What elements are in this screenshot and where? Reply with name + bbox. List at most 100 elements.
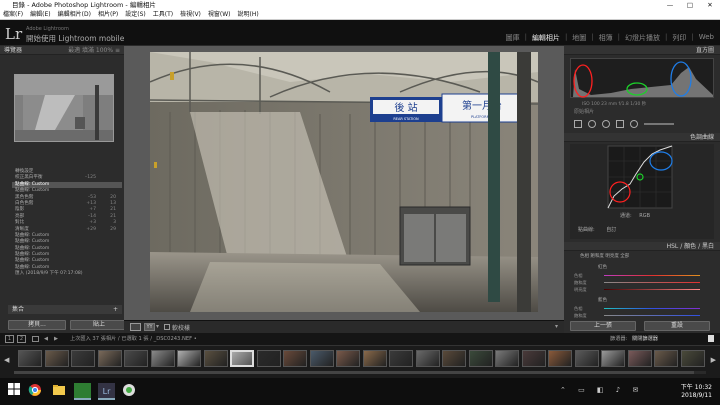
collections-header[interactable]: 集合 + — [8, 305, 122, 314]
reset-button[interactable]: 重設 — [644, 321, 710, 331]
image-area[interactable]: 後 站 REAR STATION 第一月台 PLATFORM 1 — [124, 46, 564, 333]
red-sat-slider[interactable] — [604, 282, 700, 283]
filmstrip-thumbnail[interactable] — [548, 350, 572, 367]
copy-button[interactable]: 拷貝... — [8, 320, 66, 330]
tab-hsl[interactable]: HSL — [667, 243, 679, 250]
histogram-header[interactable]: 直方圖 — [564, 46, 720, 55]
page-1-button[interactable]: 1 — [5, 335, 14, 343]
filmstrip-thumbnail[interactable] — [203, 350, 228, 367]
maximize-button[interactable]: □ — [680, 0, 700, 10]
graduated-filter-icon[interactable] — [616, 120, 624, 128]
red-hue-slider[interactable] — [604, 275, 700, 276]
paste-button[interactable]: 貼上 — [70, 320, 128, 330]
tone-curve-header[interactable]: 色調曲線 — [564, 133, 720, 142]
filmstrip-thumbnail[interactable] — [336, 350, 360, 367]
loupe-view-icon[interactable] — [130, 323, 141, 331]
page-2-button[interactable]: 2 — [17, 335, 26, 343]
filmstrip-thumbnail[interactable] — [654, 350, 678, 367]
app-green-icon[interactable] — [74, 383, 91, 400]
filmstrip-source-path[interactable]: 上次匯入 37 張相片 / 已選取 1 張 / _DSC0243.NEF • — [70, 333, 197, 345]
tab-bw[interactable]: / 黑白 — [698, 243, 714, 250]
navigator-zoom-options[interactable]: 最適 填滿 100% ≡ — [68, 46, 120, 55]
hsl-header[interactable]: HSL / 顏色 / 黑白 — [564, 242, 720, 251]
filmstrip-thumbnail[interactable] — [71, 350, 95, 367]
filmstrip-thumbnail[interactable] — [495, 350, 519, 367]
identity-main[interactable]: 開始使用 Lightroom mobile — [26, 33, 124, 44]
filmstrip-thumbnail[interactable] — [468, 350, 493, 367]
red-eye-icon[interactable] — [602, 120, 610, 128]
filmstrip-thumbnail[interactable] — [230, 350, 254, 367]
scroll-right-icon[interactable]: ▶ — [711, 356, 716, 364]
previous-button[interactable]: 上一張 — [570, 321, 636, 331]
filmstrip-toggle-icon[interactable] — [708, 335, 714, 342]
filmstrip-thumbnail[interactable] — [362, 350, 387, 367]
filmstrip-thumbnail[interactable] — [256, 350, 281, 367]
filmstrip-thumbnail[interactable] — [309, 350, 334, 367]
toolbar-menu-icon[interactable]: ▾ — [555, 323, 558, 330]
filmstrip-thumbnail[interactable] — [627, 350, 652, 367]
filmstrip-thumbnail[interactable] — [442, 350, 466, 367]
filmstrip-thumbnail[interactable] — [124, 350, 148, 367]
radial-filter-icon[interactable] — [630, 120, 638, 128]
original-photo-label[interactable]: 原始相片 — [574, 108, 594, 115]
module-map[interactable]: 地圖 — [572, 33, 586, 43]
filmstrip-thumbnail[interactable] — [389, 350, 413, 367]
red-lum-slider[interactable] — [604, 289, 700, 290]
module-print[interactable]: 列印 — [672, 33, 686, 43]
filmstrip-scrollbar[interactable] — [14, 371, 706, 374]
menu-settings[interactable]: 設定(S) — [125, 10, 146, 19]
back-arrow-icon[interactable]: ◀ — [44, 333, 48, 345]
systray-icons[interactable]: ⌃ ▭ ◧ ♪ ✉ — [560, 386, 643, 394]
filmstrip-thumbnail[interactable] — [680, 350, 705, 367]
menu-develop[interactable]: 編輯相片(D) — [58, 10, 91, 19]
navigator-preview[interactable] — [14, 74, 114, 142]
menu-view[interactable]: 檢視(V) — [180, 10, 201, 19]
blue-hue-slider[interactable] — [604, 308, 700, 309]
crop-tool-icon[interactable] — [574, 120, 582, 128]
menu-tools[interactable]: 工具(T) — [153, 10, 173, 19]
module-book[interactable]: 相簿 — [599, 33, 613, 43]
menu-photo[interactable]: 相片(P) — [98, 10, 118, 19]
before-after-icon[interactable]: YY — [144, 323, 155, 331]
channel-select[interactable]: RGB — [639, 213, 650, 219]
grid-view-icon[interactable] — [32, 336, 39, 342]
menu-help[interactable]: 說明(H) — [238, 10, 259, 19]
filmstrip-thumbnail[interactable] — [415, 350, 440, 367]
blue-sat-slider[interactable] — [604, 315, 700, 316]
filter-select[interactable]: 關閉篩選器 — [632, 333, 658, 345]
filmstrip-thumbnail[interactable] — [44, 350, 69, 367]
photo-canvas[interactable]: 後 站 REAR STATION 第一月台 PLATFORM 1 — [150, 52, 538, 312]
tone-curve-graph[interactable]: 通道: RGB 點曲線: 自訂 — [570, 144, 714, 239]
spot-removal-icon[interactable] — [588, 120, 596, 128]
add-collection-icon[interactable]: + — [113, 305, 118, 314]
module-web[interactable]: Web — [699, 33, 714, 43]
menu-file[interactable]: 檔案(F) — [3, 10, 23, 19]
filmstrip-thumbnail[interactable] — [150, 350, 175, 367]
filmstrip-thumbnail[interactable] — [283, 350, 307, 367]
lightroom-taskbar-icon[interactable]: Lr — [98, 383, 115, 400]
windows-start-icon[interactable] — [8, 383, 25, 400]
hsl-subtabs[interactable]: 色相 飽和度 明亮度 全部 — [580, 253, 629, 259]
close-button[interactable]: ✕ — [700, 0, 720, 10]
dropdown-arrow-icon[interactable]: ▾ — [156, 323, 159, 330]
module-library[interactable]: 圖庫 — [506, 33, 520, 43]
scroll-left-icon[interactable]: ◀ — [4, 356, 9, 364]
module-slideshow[interactable]: 幻燈片播放 — [625, 33, 660, 43]
filmstrip-thumbnail[interactable] — [521, 350, 546, 367]
app-circle-icon[interactable] — [122, 383, 139, 400]
soft-proof-checkbox[interactable] — [164, 324, 170, 330]
module-develop[interactable]: 編輯相片 — [532, 33, 560, 43]
point-curve-select[interactable]: 自訂 — [606, 227, 616, 233]
adjustment-brush-icon[interactable] — [644, 123, 674, 125]
minimize-button[interactable]: — — [660, 0, 680, 10]
file-explorer-icon[interactable] — [52, 383, 69, 400]
history-item[interactable]: 匯入 (2018/9/9 下午 07:17:08) — [12, 271, 122, 277]
filmstrip-thumbnail[interactable] — [574, 350, 599, 367]
tab-color[interactable]: / 顏色 — [680, 243, 696, 250]
filmstrip-thumbnail[interactable] — [97, 350, 122, 367]
menu-window[interactable]: 視窗(W) — [208, 10, 231, 19]
forward-arrow-icon[interactable]: ▶ — [54, 333, 58, 345]
filmstrip-thumbnail[interactable] — [18, 350, 42, 367]
system-clock[interactable]: 下午 10:32 2018/9/11 — [681, 384, 712, 400]
menu-edit[interactable]: 編輯(E) — [30, 10, 50, 19]
